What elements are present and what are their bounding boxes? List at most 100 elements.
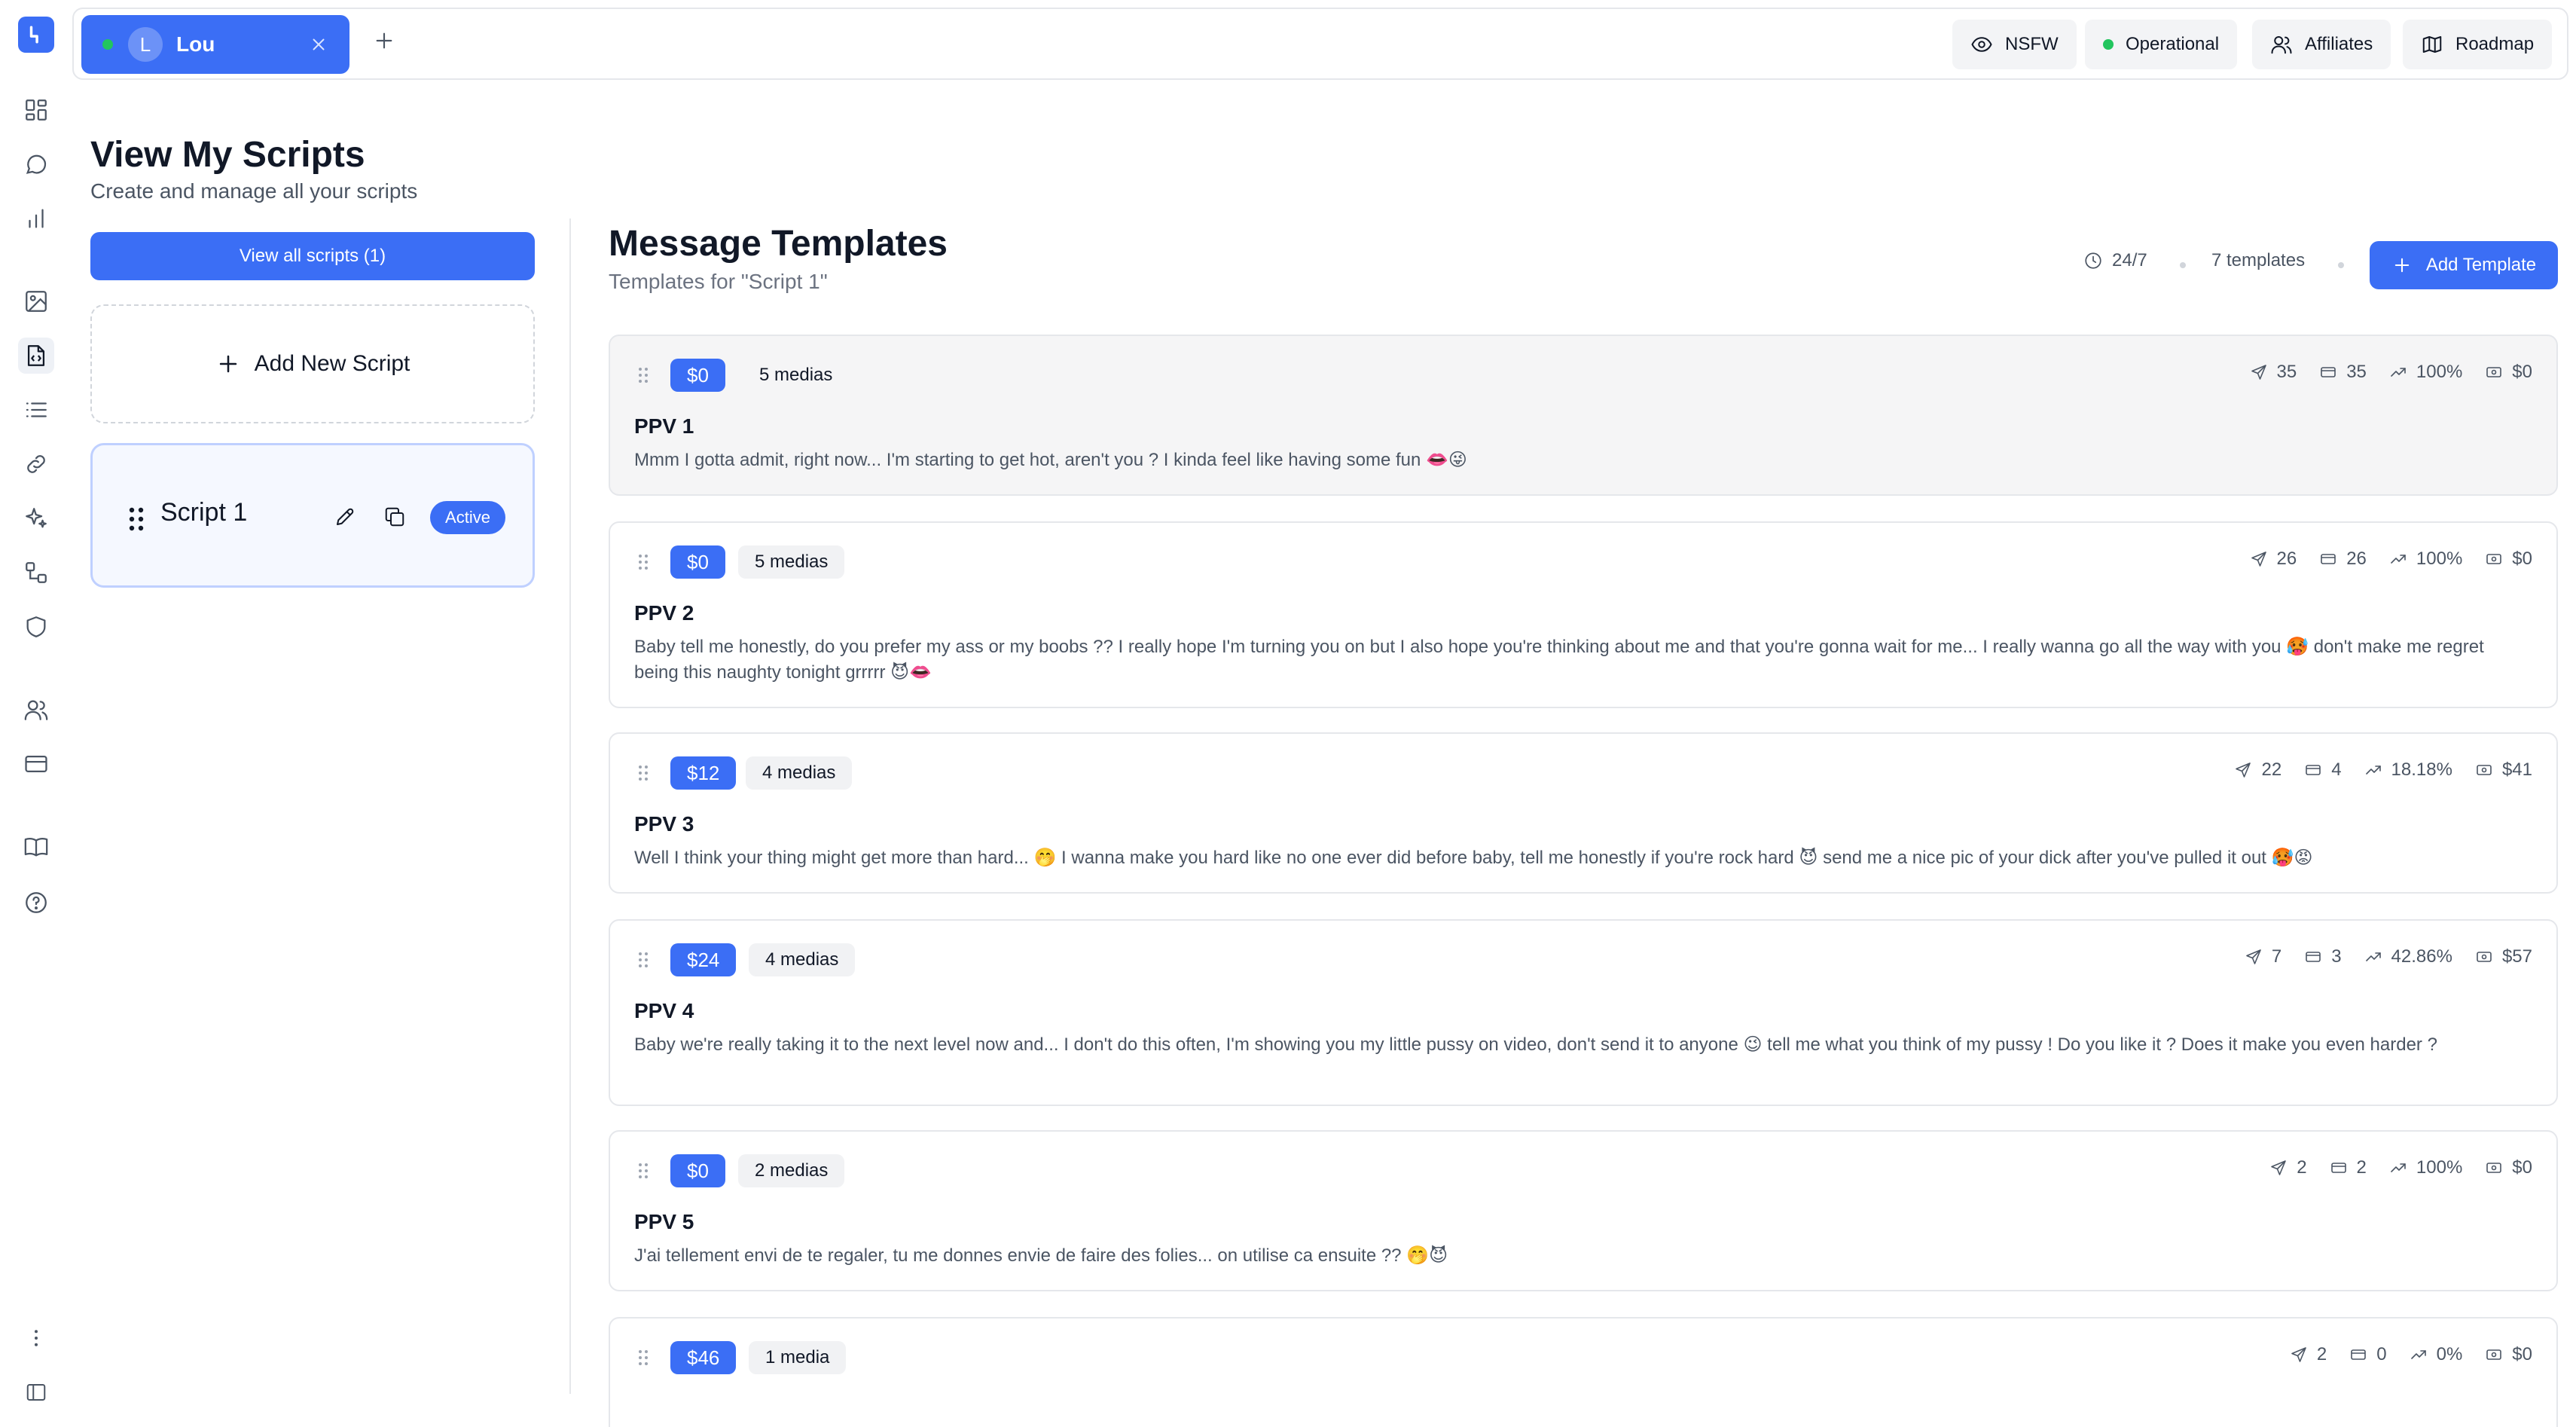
schedule-indicator: 24/7 [2083,250,2147,271]
revenue: $0 [2512,362,2532,382]
sidebar-toggle-button[interactable] [18,1374,54,1410]
view-all-scripts-button[interactable]: View all scripts (1) [90,232,535,280]
revenue: $0 [2512,1157,2532,1178]
app-root: L Lou NSFW Operational Affiliates Roadma… [0,0,2576,1427]
nav-list[interactable] [18,392,54,428]
template-card[interactable]: $0 5 medias 35 35 100% $0 PPV 1 Mmm I go… [609,335,2558,496]
page-subtitle: Create and manage all your scripts [90,179,418,203]
trending-up-icon [2410,1350,2426,1359]
nav-dashboard[interactable] [18,92,54,128]
roadmap-button[interactable]: Roadmap [2403,20,2553,69]
send-icon [2236,762,2251,778]
nav-media[interactable] [18,283,54,319]
nav-billing[interactable] [18,746,54,782]
template-title: PPV 2 [634,601,694,625]
page-title: View My Scripts [90,135,365,175]
script-card[interactable]: Script 1 Active [90,443,535,588]
sent-count: 2 [2316,1344,2327,1364]
bought-count: 2 [2356,1157,2367,1178]
more-menu-button[interactable] [18,1320,54,1356]
nsfw-label: NSFW [2005,34,2059,54]
drag-handle[interactable] [637,1162,649,1180]
trending-up-icon [2365,765,2381,775]
users-icon [24,700,48,720]
affiliates-button[interactable]: Affiliates [2252,20,2391,69]
template-title: PPV 5 [634,1210,694,1233]
app-logo[interactable] [18,17,54,53]
media-count-badge: 4 medias [749,943,856,976]
left-rail [0,0,72,1427]
tab-lou[interactable]: L Lou [81,15,349,74]
template-text: J'ai tellement envi de te regaler, tu me… [634,1245,1448,1266]
media-count-badge: 5 medias [759,365,833,385]
nsfw-button[interactable]: NSFW [1952,20,2077,69]
online-status-dot [102,39,113,50]
schedule-label: 24/7 [2112,250,2147,270]
templates-subtitle: Templates for "Script 1" [609,270,828,293]
nav-links[interactable] [18,446,54,482]
template-title: PPV 1 [634,414,694,438]
nav-security[interactable] [18,609,54,645]
money-icon [2486,1349,2502,1360]
template-text: Mmm I gotta admit, right now... I'm star… [634,450,1467,470]
link-icon [27,455,45,473]
template-card[interactable]: $0 5 medias 26 26 100% $0 PPV 2 Baby tel… [609,521,2558,708]
template-card[interactable]: $46 1 media 2 0 0% $0 [609,1317,2558,1427]
revenue: $0 [2512,548,2532,569]
nav-docs[interactable] [18,829,54,865]
drag-handle[interactable] [637,764,649,782]
media-count-badge: 2 medias [738,1154,845,1187]
template-text: Baby tell me honestly, do you prefer my … [634,637,2484,683]
bought-count: 0 [2376,1344,2387,1364]
template-title: PPV 3 [634,812,694,836]
nav-scripts[interactable] [18,338,54,374]
drag-handle[interactable] [637,951,649,969]
media-count-badge: 1 media [749,1341,847,1374]
template-card[interactable]: $24 4 medias 7 3 42.86% $57 PPV 4 Baby w… [609,919,2558,1106]
send-icon [2271,1160,2286,1175]
operational-status-button[interactable]: Operational [2085,20,2238,69]
template-stats: 35 35 100% $0 [2250,362,2532,383]
nav-chat[interactable] [18,146,54,182]
grip-icon [129,507,144,531]
list-icon [26,402,47,417]
nav-users[interactable] [18,692,54,728]
template-stats: 26 26 100% $0 [2250,548,2532,570]
template-stats: 22 4 18.18% $41 [2234,759,2532,781]
edit-script-button[interactable] [334,506,356,528]
credit-card-icon [2321,367,2336,377]
duplicate-script-button[interactable] [383,506,406,528]
operational-status-dot [2103,39,2114,50]
add-tab-button[interactable] [372,29,396,53]
sent-count: 35 [2276,362,2297,382]
template-stats: 2 0 0% $0 [2290,1344,2532,1365]
nav-analytics[interactable] [18,200,54,237]
template-text: Baby we're really taking it to the next … [634,1034,2437,1055]
nav-help[interactable] [18,885,54,921]
add-template-button[interactable]: Add Template [2370,241,2558,289]
tab-close-button[interactable] [309,35,328,54]
drag-handle[interactable] [637,366,649,384]
template-card[interactable]: $12 4 medias 22 4 18.18% $41 PPV 3 Well … [609,732,2558,894]
template-stats: 7 3 42.86% $57 [2245,946,2532,967]
template-text: Well I think your thing might get more t… [634,848,2313,868]
credit-card-icon [2351,1349,2367,1360]
add-new-script-button[interactable]: Add New Script [90,304,535,423]
nav-workflows[interactable] [18,555,54,591]
operational-label: Operational [2126,34,2220,54]
bought-count: 4 [2331,759,2342,780]
add-new-script-label: Add New Script [254,351,411,376]
drag-handle[interactable] [127,506,145,533]
clock-icon [2085,252,2101,269]
nav-ai[interactable] [18,500,54,536]
money-icon [2486,554,2502,564]
users-icon [2271,36,2292,54]
drag-handle[interactable] [637,1349,649,1367]
pencil-icon [337,508,354,525]
template-card[interactable]: $0 2 medias 2 2 100% $0 PPV 5 J'ai telle… [609,1130,2558,1291]
conversion-rate: 42.86% [2391,946,2452,967]
drag-handle[interactable] [637,553,649,571]
trending-up-icon [2391,1163,2406,1172]
credit-card-icon [2321,554,2336,564]
plus-icon [2394,258,2410,273]
